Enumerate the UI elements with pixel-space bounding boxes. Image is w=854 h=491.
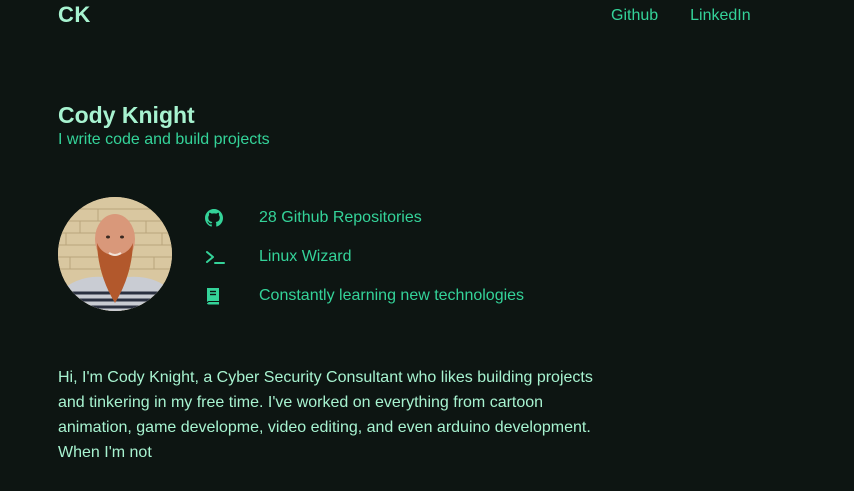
avatar <box>58 197 172 311</box>
fact-item-learning: Constantly learning new technologies <box>205 285 524 307</box>
fact-label-repositories: 28 Github Repositories <box>259 209 422 226</box>
page-title: Cody Knight <box>58 102 195 128</box>
facts-list: 28 Github Repositories Linux Wizard Cons… <box>205 207 524 324</box>
book-icon <box>205 286 225 306</box>
fact-item-repositories: 28 Github Repositories <box>205 207 524 229</box>
page: CK Github LinkedIn Cody Knight I write c… <box>0 0 854 491</box>
profile-photo <box>58 197 172 311</box>
fact-label-linux: Linux Wizard <box>259 248 352 265</box>
github-icon <box>205 208 225 228</box>
fact-item-linux: Linux Wizard <box>205 246 524 268</box>
tagline: I write code and build projects <box>58 131 270 148</box>
terminal-icon <box>205 247 225 267</box>
bio-paragraph: Hi, I'm Cody Knight, a Cyber Security Co… <box>58 369 593 461</box>
site-logo[interactable]: CK <box>58 2 91 28</box>
nav-link-linkedin[interactable]: LinkedIn <box>690 6 751 26</box>
top-nav: Github LinkedIn <box>611 6 751 26</box>
fact-label-learning: Constantly learning new technologies <box>259 287 525 304</box>
nav-link-github[interactable]: Github <box>611 6 658 26</box>
